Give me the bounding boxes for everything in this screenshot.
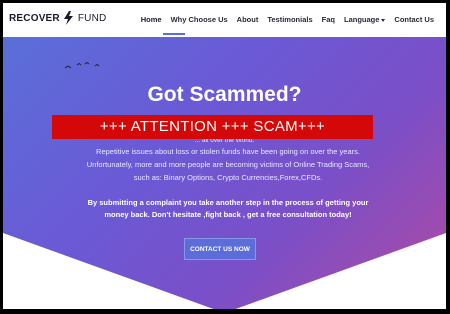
brand-logo[interactable]: RECOVER FUND bbox=[9, 11, 106, 25]
nav-language-dropdown[interactable]: Language bbox=[343, 15, 386, 24]
nav-links: Home Why Choose Us About Testimonials Fa… bbox=[141, 15, 434, 24]
nav-home[interactable]: Home bbox=[141, 15, 162, 24]
browser-frame: RECOVER FUND Home Why Choose Us About Te… bbox=[0, 0, 450, 314]
contact-us-now-button[interactable]: CONTACT US NOW bbox=[184, 238, 256, 260]
nav-testimonials[interactable]: Testimonials bbox=[267, 15, 312, 24]
nav-language-label: Language bbox=[343, 15, 380, 24]
hero-description: Repetitive issues about loss or stolen f… bbox=[86, 147, 370, 182]
scam-attention-banner: +++ ATTENTION +++ SCAM+++ bbox=[52, 115, 373, 139]
active-nav-indicator bbox=[163, 33, 185, 35]
lightning-bolt-icon bbox=[63, 11, 73, 25]
hero-section: Got Scammed? ... all over the World. Rep… bbox=[3, 37, 446, 309]
top-navbar: RECOVER FUND Home Why Choose Us About Te… bbox=[3, 3, 446, 38]
hero-cta-text: By submitting a complaint you take anoth… bbox=[87, 198, 369, 219]
nav-why-choose-us[interactable]: Why Choose Us bbox=[171, 15, 228, 24]
logo-light-text: FUND bbox=[77, 12, 107, 24]
caret-down-icon bbox=[381, 18, 386, 22]
nav-faq[interactable]: Faq bbox=[322, 15, 335, 24]
logo-bold-text: RECOVER bbox=[9, 12, 60, 24]
nav-about[interactable]: About bbox=[237, 15, 259, 24]
birds-decoration bbox=[63, 61, 103, 73]
nav-contact-us[interactable]: Contact Us bbox=[394, 15, 434, 24]
hero-title: Got Scammed? bbox=[147, 83, 302, 106]
